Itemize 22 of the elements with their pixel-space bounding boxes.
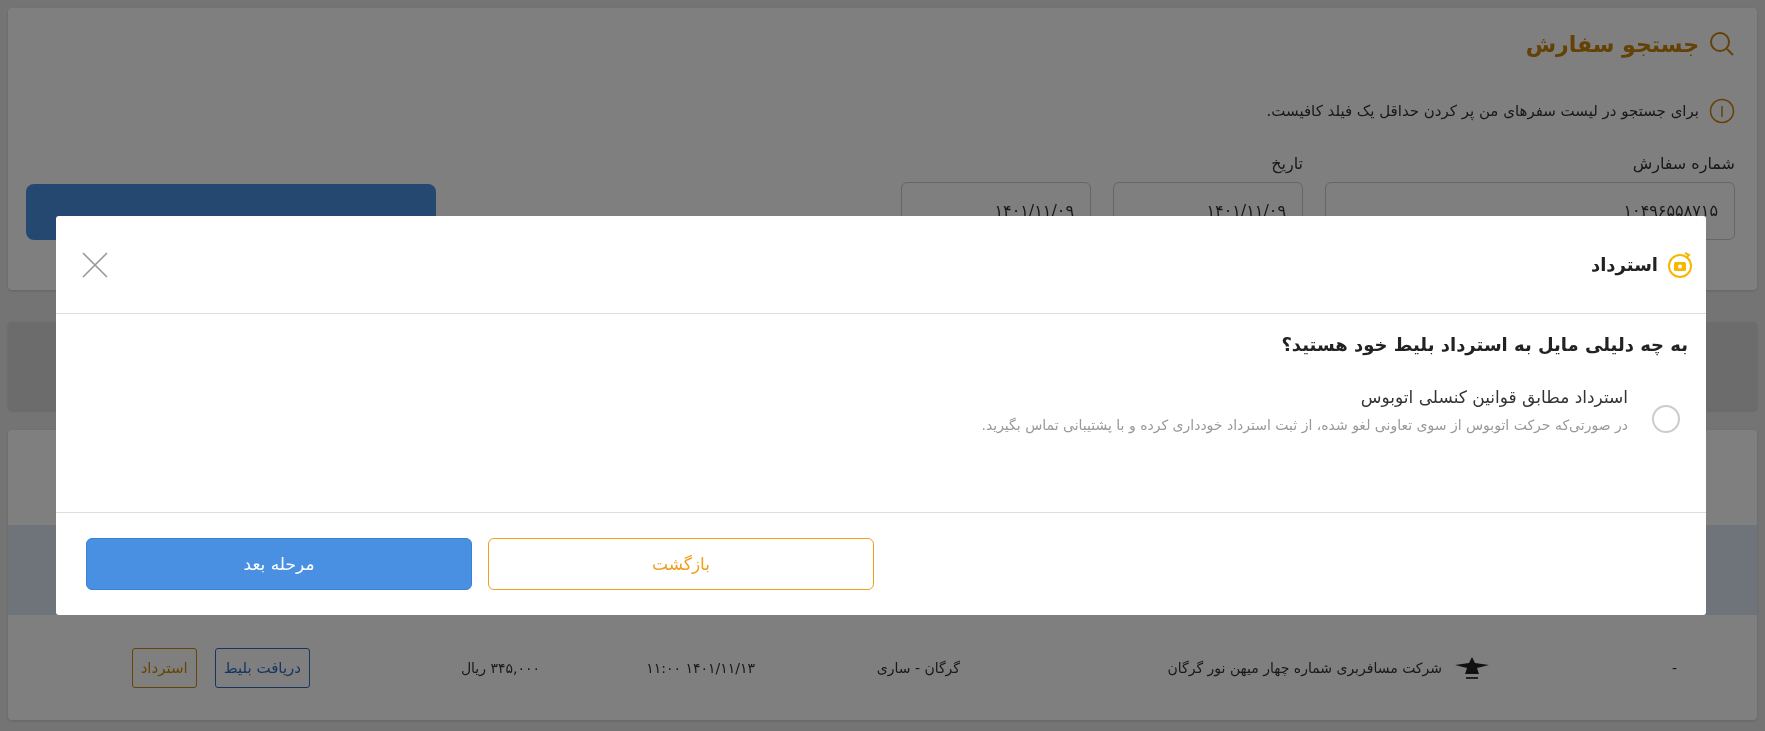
table-cell-text: - <box>1670 659 1678 676</box>
close-icon[interactable] <box>82 251 108 278</box>
option-description: در صورتی‌که حرکت اتوبوس از سوی تعاونی لغو شده، از ثبت استرداد خودداری کرده و با پشتیبانی تماس بگیرید. <box>981 417 1628 433</box>
radio-button[interactable] <box>1652 405 1680 433</box>
get-ticket-button[interactable]: دریافت بلیط <box>214 647 310 688</box>
refund-button[interactable]: استرداد <box>131 647 197 688</box>
info-icon <box>1709 98 1735 124</box>
page-title: جستجو سفارش <box>1525 31 1699 57</box>
refund-icon <box>1666 250 1694 279</box>
dialog-title: استرداد <box>1590 254 1658 275</box>
route-text: گرگان - ساری <box>875 659 961 676</box>
next-step-button[interactable]: مرحله بعد <box>86 538 472 590</box>
back-button[interactable]: بازگشت <box>488 538 874 590</box>
question-text: به چه دلیلی مایل به استرداد بلیط خود هستید؟ <box>1280 334 1688 355</box>
date-time-text: ۱۴۰۱/۱۱/۱۳ ۱۱:۰۰ <box>645 659 756 676</box>
company-name: شرکت مسافربری شماره چهار میهن نور گرگان <box>1167 659 1442 676</box>
price-text: ۳۴۵,۰۰۰ ریال <box>459 659 541 676</box>
field-label: تاریخ <box>1270 154 1303 174</box>
info-text: برای جستجو در لیست سفرهای من پر کردن حداقل یک فیلد کافیست. <box>1266 102 1699 120</box>
field-label: شماره سفارش <box>1631 154 1735 174</box>
option-label: استرداد مطابق قوانین کنسلی اتوبوس <box>1359 387 1628 407</box>
search-icon <box>1709 31 1735 57</box>
